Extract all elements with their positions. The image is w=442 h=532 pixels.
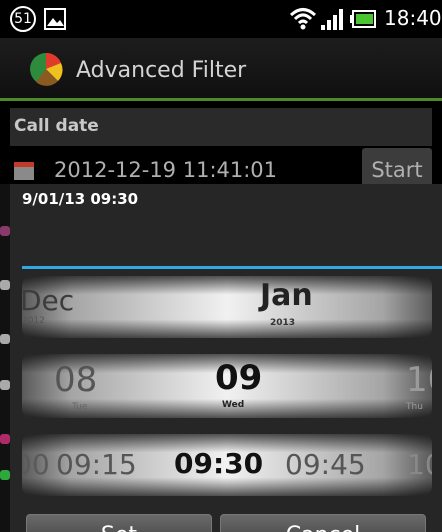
- month-prev-year: 2012: [22, 316, 45, 326]
- section-label: Call date: [14, 116, 99, 136]
- wifi-icon: [289, 8, 317, 30]
- set-button[interactable]: Set: [26, 514, 212, 532]
- calendar-icon: [14, 162, 34, 180]
- app-pie-icon[interactable]: [28, 51, 64, 87]
- time-prev-2[interactable]: 00: [22, 448, 50, 481]
- call-date-row: 2012-12-19 11:41:01 Start: [10, 146, 442, 192]
- month-current-year: 2013: [270, 318, 296, 328]
- status-clock: 18:40: [384, 6, 442, 30]
- date-time-picker-dialog: 9/01/13 09:30 Dec 2012 Jan 2013 08 Tue 0…: [10, 184, 442, 532]
- month-wheel[interactable]: Dec 2012 Jan 2013: [22, 276, 432, 338]
- cancel-button[interactable]: Cancel: [220, 514, 426, 532]
- dialog-title: 9/01/13 09:30: [22, 190, 139, 208]
- day-prev[interactable]: 08: [54, 360, 97, 400]
- day-prev-weekday: Tue: [72, 402, 88, 412]
- day-current-weekday: Wed: [222, 400, 245, 410]
- image-icon: [44, 8, 66, 30]
- status-bar: 51 18:40: [0, 0, 442, 38]
- time-next[interactable]: 09:45: [285, 448, 366, 481]
- month-current[interactable]: Jan: [260, 278, 313, 313]
- time-wheel[interactable]: 00 09:15 09:30 09:45 10: [22, 434, 432, 496]
- section-header-call-date: Call date: [10, 108, 432, 146]
- day-next[interactable]: 10: [406, 360, 432, 400]
- signal-icon: [321, 9, 343, 30]
- day-next-weekday: Thu: [406, 402, 423, 412]
- battery-icon: [350, 10, 376, 28]
- call-date-value: 2012-12-19 11:41:01: [54, 158, 278, 182]
- action-bar: Advanced Filter: [0, 38, 442, 100]
- action-bar-underline: [0, 98, 442, 101]
- month-prev[interactable]: Dec: [22, 284, 74, 317]
- page-title: Advanced Filter: [76, 58, 247, 83]
- time-next-2[interactable]: 10: [407, 448, 432, 481]
- day-current[interactable]: 09: [215, 358, 262, 398]
- background-list-edge: [0, 184, 10, 532]
- day-wheel[interactable]: 08 Tue 09 Wed 10 Thu: [22, 354, 432, 418]
- dialog-divider: [22, 266, 442, 269]
- notification-count-badge: 51: [10, 6, 36, 32]
- time-current[interactable]: 09:30: [174, 447, 263, 480]
- time-prev[interactable]: 09:15: [56, 448, 137, 481]
